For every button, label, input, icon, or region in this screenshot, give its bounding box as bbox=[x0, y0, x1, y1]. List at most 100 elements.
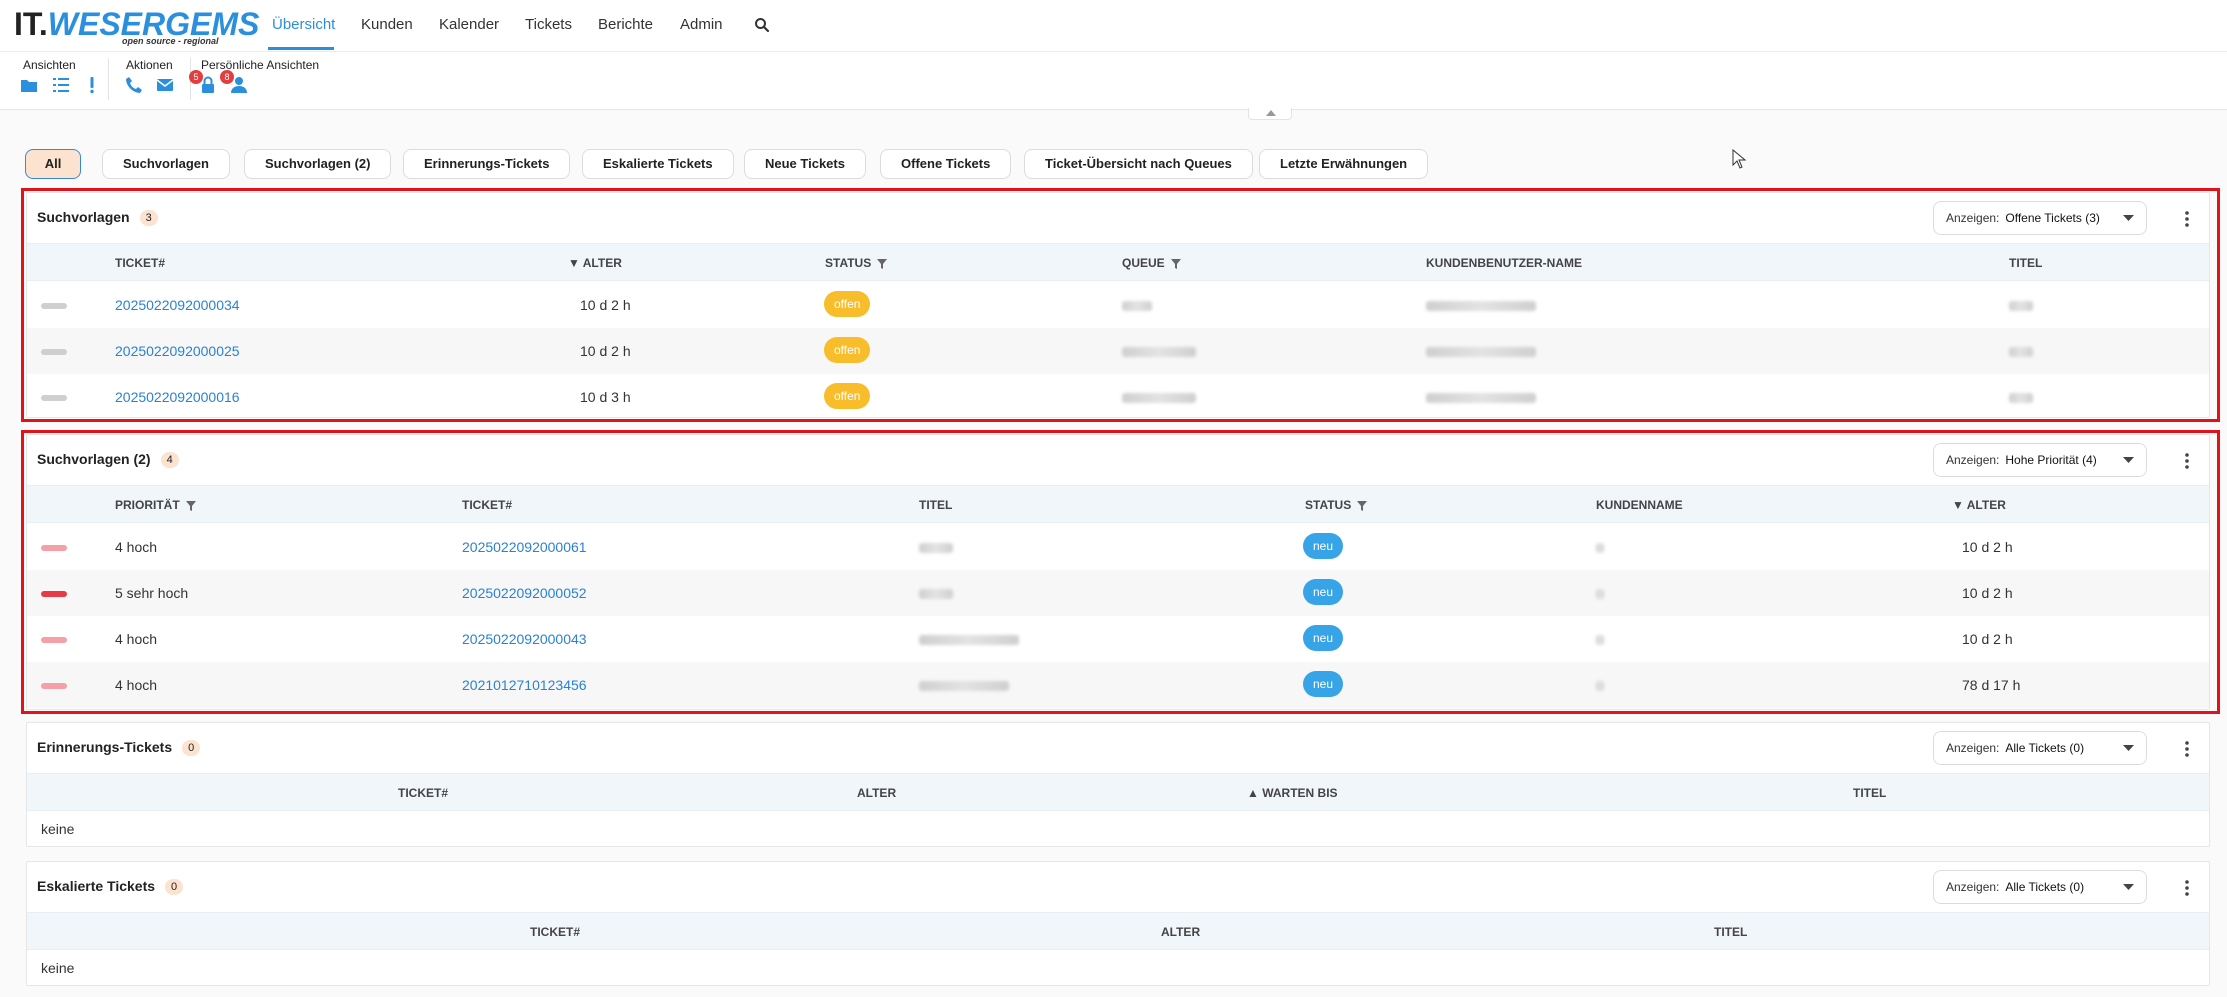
exclamation-icon[interactable] bbox=[83, 76, 101, 94]
priority-indicator bbox=[41, 637, 67, 643]
ticket-number-link[interactable]: 2025022092000052 bbox=[462, 585, 587, 601]
folder-icon[interactable] bbox=[20, 76, 38, 94]
priority-indicator bbox=[41, 683, 67, 689]
ticket-number-link[interactable]: 2025022092000034 bbox=[115, 297, 240, 313]
filter-reminder-tickets[interactable]: Erinnerungs-Tickets bbox=[403, 149, 571, 179]
filter-open-tickets[interactable]: Offene Tickets bbox=[880, 149, 1012, 179]
widget-view-select[interactable]: Anzeigen: Alle Tickets (0) bbox=[1933, 870, 2147, 904]
ticket-number-link[interactable]: 2025022092000061 bbox=[462, 539, 587, 555]
filter-suchvorlagen-2[interactable]: Suchvorlagen (2) bbox=[244, 149, 392, 179]
column-pending-until[interactable]: ▲ WARTEN BIS bbox=[1247, 786, 1338, 800]
nav-active-indicator bbox=[268, 47, 334, 50]
table-row[interactable]: 2025022092000016 10 d 3 h offen bbox=[27, 374, 2209, 420]
nav-admin[interactable]: Admin bbox=[680, 16, 723, 33]
nav-overview[interactable]: Übersicht bbox=[272, 16, 335, 33]
column-ticket[interactable]: TICKET# bbox=[530, 925, 580, 939]
column-ticket[interactable]: TICKET# bbox=[462, 498, 512, 512]
priority-indicator bbox=[41, 591, 67, 597]
column-age[interactable]: ALTER bbox=[1161, 925, 1200, 939]
widget-count: 3 bbox=[139, 210, 158, 227]
ticket-age: 10 d 2 h bbox=[1962, 585, 2013, 601]
filter-icon[interactable] bbox=[1170, 258, 1181, 269]
column-ticket[interactable]: TICKET# bbox=[115, 256, 165, 270]
ticket-number-link[interactable]: 2025022092000025 bbox=[115, 343, 240, 359]
table-row[interactable]: 2025022092000025 10 d 2 h offen bbox=[27, 328, 2209, 374]
column-status[interactable]: STATUS bbox=[1305, 498, 1368, 512]
table-row[interactable]: 4 hoch 2025022092000043 neu 10 d 2 h bbox=[27, 616, 2209, 662]
column-customer-name[interactable]: KUNDENNAME bbox=[1596, 498, 1683, 512]
column-age[interactable]: ▼ ALTER bbox=[1952, 498, 2006, 512]
nav-reports[interactable]: Berichte bbox=[598, 16, 653, 33]
table-header: TICKET# ▼ ALTER STATUS QUEUE KUNDENBENUT… bbox=[27, 243, 2209, 281]
column-customer-user[interactable]: KUNDENBENUTZER-NAME bbox=[1426, 256, 1582, 270]
column-title[interactable]: TITEL bbox=[1714, 925, 1747, 939]
logo-it: IT. bbox=[14, 6, 48, 42]
more-options-icon[interactable] bbox=[2185, 453, 2189, 469]
filter-new-tickets[interactable]: Neue Tickets bbox=[744, 149, 866, 179]
column-title[interactable]: TITEL bbox=[919, 498, 952, 512]
status-badge: offen bbox=[824, 383, 871, 409]
redacted-queue bbox=[1122, 301, 1152, 311]
table-header: TICKET# ALTER ▲ WARTEN BIS TITEL bbox=[27, 773, 2209, 811]
ticket-number-link[interactable]: 2025022092000043 bbox=[462, 631, 587, 647]
widget-view-select[interactable]: Anzeigen: Alle Tickets (0) bbox=[1933, 731, 2147, 765]
table-row[interactable]: 5 sehr hoch 2025022092000052 neu 10 d 2 … bbox=[27, 570, 2209, 616]
ticket-number-link[interactable]: 2025022092000016 bbox=[115, 389, 240, 405]
redacted-title bbox=[919, 681, 1009, 691]
column-title[interactable]: TITEL bbox=[1853, 786, 1886, 800]
filter-recent-mentions[interactable]: Letzte Erwähnungen bbox=[1259, 149, 1429, 179]
table-row[interactable]: 4 hoch 2021012710123456 neu 78 d 17 h bbox=[27, 662, 2209, 708]
chevron-up-icon bbox=[1266, 110, 1276, 116]
ticket-number-link[interactable]: 2021012710123456 bbox=[462, 677, 587, 693]
table-row[interactable]: 4 hoch 2025022092000061 neu 10 d 2 h bbox=[27, 524, 2209, 570]
priority-indicator bbox=[41, 545, 67, 551]
filter-queue-overview[interactable]: Ticket-Übersicht nach Queues bbox=[1024, 149, 1253, 179]
more-options-icon[interactable] bbox=[2185, 880, 2189, 896]
column-priority[interactable]: PRIORITÄT bbox=[115, 498, 196, 512]
nav-tickets[interactable]: Tickets bbox=[525, 16, 572, 33]
more-options-icon[interactable] bbox=[2185, 741, 2189, 757]
filter-icon[interactable] bbox=[185, 500, 196, 511]
redacted-customer-user bbox=[1426, 301, 1536, 311]
widget-view-select[interactable]: Anzeigen: Offene Tickets (3) bbox=[1933, 201, 2147, 235]
priority-indicator bbox=[41, 395, 67, 401]
nav-customers[interactable]: Kunden bbox=[361, 16, 413, 33]
column-queue[interactable]: QUEUE bbox=[1122, 256, 1181, 270]
widget-view-select[interactable]: Anzeigen: Hohe Priorität (4) bbox=[1933, 443, 2147, 477]
column-age[interactable]: ▼ ALTER bbox=[568, 256, 622, 270]
column-age[interactable]: ALTER bbox=[857, 786, 896, 800]
widget-escalated-tickets: Eskalierte Tickets 0 Anzeigen: Alle Ticket… bbox=[26, 861, 2210, 986]
column-ticket[interactable]: TICKET# bbox=[398, 786, 448, 800]
envelope-icon[interactable] bbox=[156, 76, 174, 94]
column-title[interactable]: TITEL bbox=[2009, 256, 2042, 270]
filter-icon[interactable] bbox=[877, 258, 888, 269]
top-navigation: IT.WESERGEMS open source - regional Über… bbox=[0, 0, 2227, 52]
phone-icon[interactable] bbox=[125, 76, 143, 94]
more-options-icon[interactable] bbox=[2185, 211, 2189, 227]
filter-all[interactable]: All bbox=[25, 149, 81, 179]
logo[interactable]: IT.WESERGEMS open source - regional bbox=[14, 6, 259, 48]
widget-title: Erinnerungs-Tickets 0 bbox=[37, 739, 201, 757]
toolbar: Ansichten Aktionen Persönliche Ansichten… bbox=[0, 52, 2227, 110]
priority-label: 5 sehr hoch bbox=[115, 585, 189, 601]
status-badge: offen bbox=[824, 337, 871, 363]
priority-label: 4 hoch bbox=[115, 631, 158, 647]
priority-label: 4 hoch bbox=[115, 677, 158, 693]
redacted-customer-user bbox=[1426, 393, 1536, 403]
search-icon[interactable] bbox=[754, 17, 770, 33]
filter-icon[interactable] bbox=[1357, 500, 1368, 511]
filter-suchvorlagen[interactable]: Suchvorlagen bbox=[102, 149, 230, 179]
nav-calendar[interactable]: Kalender bbox=[439, 16, 499, 33]
filter-escalated-tickets[interactable]: Eskalierte Tickets bbox=[582, 149, 734, 179]
redacted-title bbox=[2009, 301, 2033, 311]
ticket-age: 10 d 2 h bbox=[1962, 539, 2013, 555]
column-status[interactable]: STATUS bbox=[825, 256, 888, 270]
toolbar-collapse-toggle[interactable] bbox=[1248, 108, 1292, 120]
empty-state: keine bbox=[41, 821, 75, 837]
priority-indicator bbox=[41, 349, 67, 355]
status-badge: neu bbox=[1303, 625, 1344, 651]
list-icon[interactable] bbox=[52, 76, 70, 94]
responsible-tickets-badge: 8 bbox=[220, 70, 234, 84]
redacted-customer-name bbox=[1596, 681, 1604, 691]
table-row[interactable]: 2025022092000034 10 d 2 h offen bbox=[27, 282, 2209, 328]
